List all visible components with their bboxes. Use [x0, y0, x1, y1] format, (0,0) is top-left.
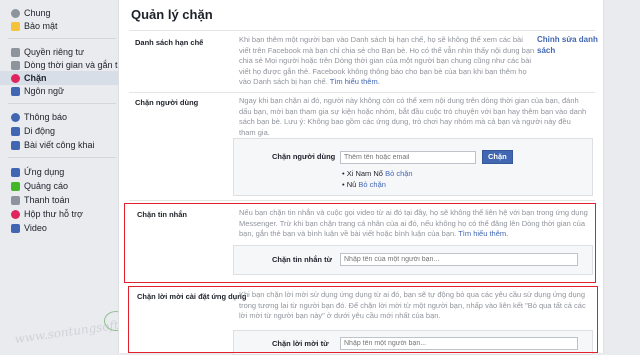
sidebar-item-notifications[interactable]: Thông báo — [0, 110, 118, 124]
language-icon — [11, 86, 20, 96]
sidebar-item-general[interactable]: Chung — [0, 6, 118, 20]
settings-sidebar: Chung Bảo mật Quyền riêng tư Dòng thời g… — [0, 0, 148, 353]
ads-icon — [11, 181, 20, 191]
sidebar-item-label: Quảng cáo — [24, 181, 69, 191]
sidebar-item-label: Ứng dụng — [24, 167, 65, 177]
privacy-lock-icon — [11, 47, 20, 57]
support-icon — [11, 209, 20, 219]
sidebar-item-ads[interactable]: Quảng cáo — [0, 179, 118, 193]
sidebar-item-label: Dòng thời gian và gắn t... — [24, 60, 118, 70]
block-user-input[interactable] — [340, 151, 476, 164]
restricted-desc-text: Khi bạn thêm một người bạn vào Danh sách… — [239, 35, 535, 86]
timeline-icon — [11, 60, 20, 70]
sidebar-item-label: Hộp thư hỗ trợ — [24, 209, 83, 219]
block-icon — [11, 73, 20, 83]
divider — [129, 200, 595, 201]
sidebar-item-label: Video — [24, 223, 47, 233]
block-users-description: Ngay khi bạn chặn ai đó, người này không… — [239, 96, 587, 137]
sidebar-item-apps[interactable]: Ứng dụng — [0, 165, 118, 179]
block-button[interactable]: Chặn — [482, 150, 513, 164]
sidebar-item-public-posts[interactable]: Bài viết công khai — [0, 138, 118, 152]
sidebar-item-video[interactable]: Video — [0, 221, 118, 235]
apps-icon — [11, 167, 20, 177]
rss-icon — [11, 140, 20, 150]
sidebar-divider — [8, 38, 116, 39]
highlight-box-app-invites — [128, 286, 598, 353]
highlight-box-messages — [124, 203, 596, 283]
sidebar-item-label: Bảo mật — [24, 21, 58, 31]
learn-more-link[interactable]: Tìm hiểu thêm. — [330, 77, 380, 86]
payment-icon — [11, 195, 20, 205]
gear-icon — [11, 8, 20, 18]
block-users-field-label: Chặn người dùng — [272, 152, 336, 161]
blocked-user-name: Xi Nam Nổ — [346, 169, 383, 178]
edit-restricted-list-link[interactable]: Chỉnh sửa danh sách — [537, 35, 601, 56]
sidebar-item-label: Thanh toán — [24, 195, 70, 205]
sidebar-item-label: Bài viết công khai — [24, 140, 95, 150]
sidebar-item-privacy[interactable]: Quyền riêng tư — [0, 45, 118, 59]
page-title: Quản lý chặn — [131, 7, 213, 22]
sidebar-item-support-inbox[interactable]: Hộp thư hỗ trợ — [0, 207, 118, 221]
unblock-link[interactable]: Bỏ chặn — [358, 180, 386, 189]
restricted-list-label: Danh sách hạn chế — [135, 38, 204, 47]
restricted-list-description: Khi bạn thêm một người bạn vào Danh sách… — [239, 35, 535, 88]
blocked-user-item: • Nû Bỏ chặn — [342, 180, 386, 189]
sidebar-item-security[interactable]: Bảo mật — [0, 19, 118, 33]
sidebar-divider — [8, 103, 116, 104]
sidebar-item-blocking[interactable]: Chặn — [0, 71, 118, 85]
sidebar-item-label: Ngôn ngữ — [24, 86, 65, 96]
block-users-box: Chặn người dùng Chặn • Xi Nam Nổ Bỏ chặn… — [233, 138, 593, 196]
divider — [129, 92, 595, 93]
sidebar-item-payments[interactable]: Thanh toán — [0, 193, 118, 207]
video-icon — [11, 223, 20, 233]
sidebar-item-label: Chặn — [24, 73, 47, 83]
sidebar-divider — [8, 157, 116, 158]
sidebar-item-label: Chung — [24, 8, 51, 18]
block-users-label: Chặn người dùng — [135, 98, 199, 107]
lock-shield-icon — [11, 21, 20, 31]
sidebar-item-mobile[interactable]: Di động — [0, 124, 118, 138]
sidebar-item-timeline[interactable]: Dòng thời gian và gắn t... — [0, 58, 118, 72]
divider — [129, 30, 595, 31]
mobile-icon — [11, 126, 20, 136]
blocked-user-name: Nû — [346, 180, 357, 189]
blocked-user-item: • Xi Nam Nổ Bỏ chặn — [342, 169, 413, 178]
sidebar-item-language[interactable]: Ngôn ngữ — [0, 84, 118, 98]
unblock-link[interactable]: Bỏ chặn — [385, 169, 413, 178]
sidebar-item-label: Di động — [24, 126, 56, 136]
sidebar-item-label: Quyền riêng tư — [24, 47, 85, 57]
sidebar-item-label: Thông báo — [24, 112, 68, 122]
globe-icon — [11, 112, 20, 122]
